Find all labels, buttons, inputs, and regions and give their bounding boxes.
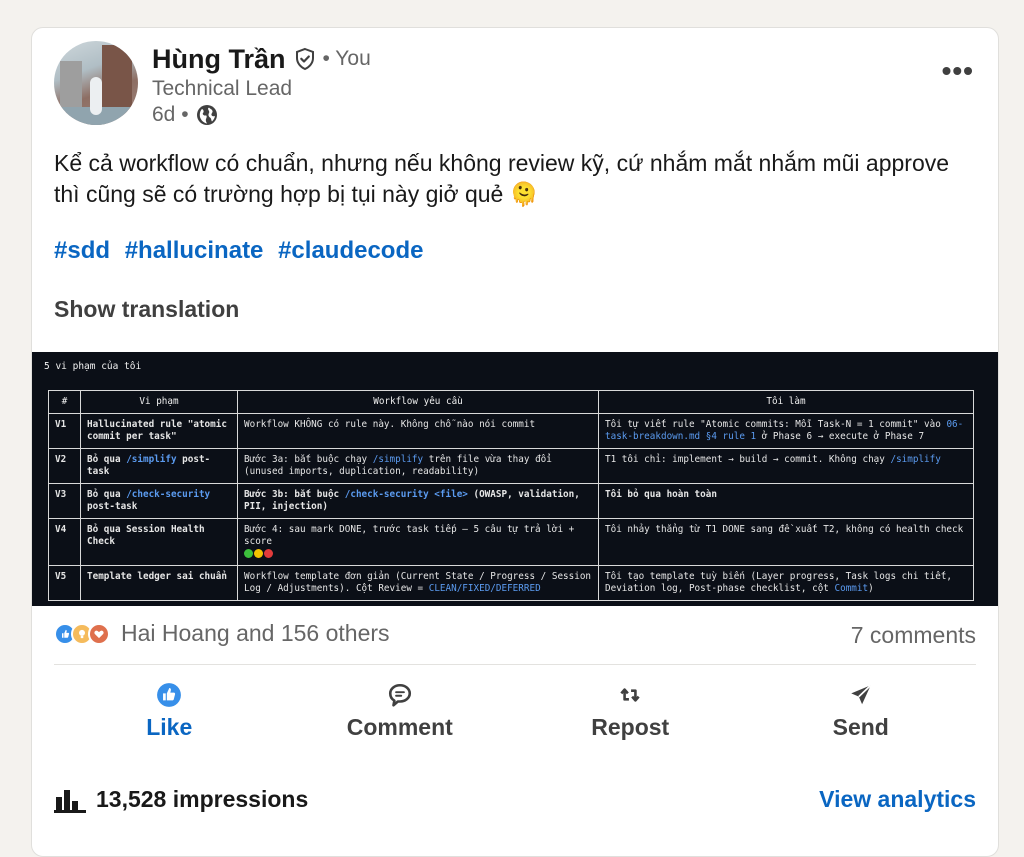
did-cell: Tôi tạo template tuỳ biến (Layer progres…	[598, 565, 974, 601]
workflow-cell: Workflow KHÔNG có rule này. Không chỗ nà…	[237, 413, 599, 449]
did-cell: T1 tôi chỉ: implement → build → commit. …	[598, 448, 974, 484]
comment-label: Comment	[346, 714, 453, 740]
more-options-icon[interactable]: •••	[942, 57, 974, 85]
verified-shield-icon	[295, 47, 314, 71]
hashtag-link[interactable]: #hallucinate	[125, 237, 264, 264]
reactions-text[interactable]: Hai Hoang and 156 others	[121, 620, 390, 647]
send-label: Send	[832, 714, 889, 740]
author-name-row: Hùng Trần • You	[152, 43, 371, 75]
send-button[interactable]: Send	[746, 676, 977, 746]
table-row: V4 Bỏ qua Session Health Check Bước 4: s…	[48, 518, 974, 566]
author-headline: Technical Lead	[152, 77, 293, 100]
you-label: • You	[322, 47, 371, 70]
author-name[interactable]: Hùng Trần	[152, 44, 286, 75]
score-dot-yellow	[254, 549, 263, 558]
like-button[interactable]: Like	[54, 676, 285, 746]
workflow-cell: Workflow template đơn giản (Current Stat…	[237, 565, 599, 601]
globe-icon	[196, 105, 217, 125]
did-cell: Tôi nhảy thẳng từ T1 DONE sang đề xuất T…	[598, 518, 974, 566]
table-row: V2 Bỏ qua /simplify post-task Bước 3a: b…	[48, 448, 974, 484]
violation-cell: Hallucinated rule "atomic commit per tas…	[80, 413, 238, 449]
post-meta: 6d •	[152, 103, 219, 127]
like-icon	[157, 683, 182, 707]
row-number: V5	[48, 565, 81, 601]
row-number: V1	[48, 413, 81, 449]
send-icon	[851, 684, 872, 705]
post-image[interactable]: 5 vi phạm của tôi # Vi phạm Workflow yêu…	[32, 352, 998, 606]
comment-button[interactable]: Comment	[285, 676, 516, 746]
reactions-summary[interactable]: Hai Hoang and 156 others	[54, 620, 390, 647]
action-bar: Like Comment Repost Send	[54, 676, 976, 746]
score-dot-green	[244, 549, 253, 558]
table-header: Tôi làm	[598, 390, 974, 414]
did-cell: Tôi tự viết rule "Atomic commits: Mỗi Ta…	[598, 413, 974, 449]
bar-chart-icon	[54, 789, 86, 813]
table-row: V1 Hallucinated rule "atomic commit per …	[48, 413, 974, 449]
workflow-cell: Bước 3a: bắt buộc chạy /simplify trên fi…	[237, 448, 599, 484]
table-row: V5 Template ledger sai chuẩn Workflow te…	[48, 565, 974, 601]
score-dot-red	[264, 549, 273, 558]
post-text: Kể cả workflow có chuẩn, nhưng nếu không…	[54, 150, 950, 207]
table-row: V3 Bỏ qua /check-security post-task Bước…	[48, 483, 974, 519]
violation-cell: Bỏ qua /check-security post-task	[80, 483, 238, 519]
row-number: V2	[48, 448, 81, 484]
impressions[interactable]: 13,528 impressions	[54, 786, 308, 813]
repost-label: Repost	[591, 714, 670, 740]
repost-button[interactable]: Repost	[515, 676, 746, 746]
violation-cell: Bỏ qua /simplify post-task	[80, 448, 238, 484]
image-title: 5 vi phạm của tôi	[44, 361, 142, 372]
workflow-cell: Bước 3b: bắt buộc /check-security <file>…	[237, 483, 599, 519]
post-header: Hùng Trần • You Technical Lead 6d • •••	[54, 41, 978, 131]
post-card: Hùng Trần • You Technical Lead 6d • ••• …	[31, 27, 999, 857]
row-number: V3	[48, 483, 81, 519]
hashtags: #sdd #hallucinate #claudecode	[54, 237, 431, 265]
view-analytics-link[interactable]: View analytics	[819, 786, 976, 813]
like-label: Like	[146, 714, 193, 740]
table-header: #	[48, 390, 81, 414]
workflow-cell: Bước 4: sau mark DONE, trước task tiếp —…	[237, 518, 599, 566]
did-cell: Tôi bỏ qua hoàn toàn	[598, 483, 974, 519]
table-header: Vi phạm	[80, 390, 238, 414]
table-header: Workflow yêu cầu	[237, 390, 599, 414]
show-translation-button[interactable]: Show translation	[54, 296, 239, 323]
impressions-count: 13,528 impressions	[96, 786, 309, 812]
hashtag-link[interactable]: #claudecode	[278, 237, 423, 264]
love-reaction-icon	[88, 622, 110, 645]
violation-cell: Template ledger sai chuẩn	[80, 565, 238, 601]
comments-count[interactable]: 7 comments	[851, 622, 976, 649]
repost-icon	[620, 688, 640, 702]
hashtag-link[interactable]: #sdd	[54, 237, 110, 264]
table-header-row: # Vi phạm Workflow yêu cầu Tôi làm	[48, 390, 974, 414]
row-number: V4	[48, 518, 81, 566]
post-time: 6d •	[152, 103, 189, 126]
avatar[interactable]	[54, 41, 138, 125]
comment-icon	[388, 683, 411, 707]
divider	[54, 664, 976, 665]
violation-cell: Bỏ qua Session Health Check	[80, 518, 238, 566]
violations-table: # Vi phạm Workflow yêu cầu Tôi làm V1 Ha…	[48, 390, 974, 601]
